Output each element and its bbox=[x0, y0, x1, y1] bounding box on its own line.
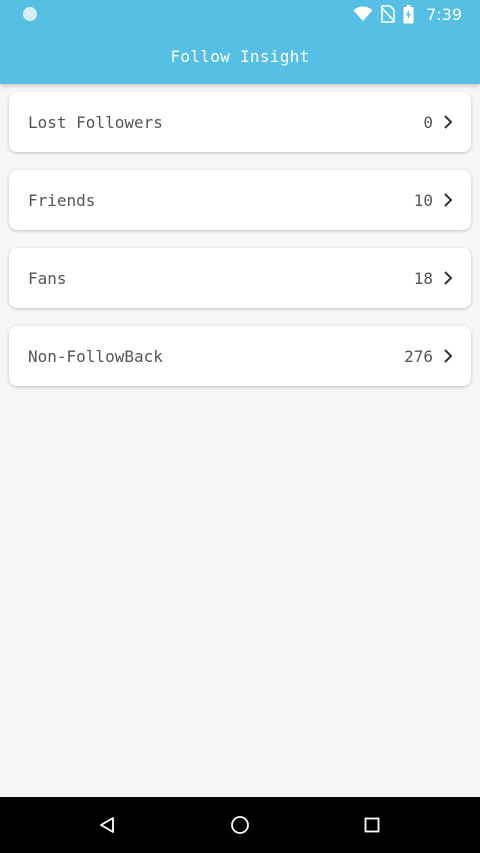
item-count: 0 bbox=[423, 113, 433, 132]
item-count: 276 bbox=[404, 347, 433, 366]
fans-item[interactable]: Fans 18 bbox=[9, 248, 471, 308]
item-label: Non-FollowBack bbox=[28, 347, 163, 366]
item-label: Friends bbox=[28, 191, 96, 210]
item-label: Lost Followers bbox=[28, 113, 163, 132]
notification-dot-icon bbox=[23, 7, 37, 21]
recents-icon[interactable] bbox=[360, 813, 384, 837]
no-sim-icon bbox=[381, 5, 396, 23]
wifi-icon bbox=[353, 6, 373, 22]
battery-charging-icon bbox=[403, 4, 414, 24]
insight-list: Lost Followers 0 Friends 10 Fans 18 Non-… bbox=[9, 92, 471, 404]
home-icon[interactable] bbox=[228, 813, 252, 837]
status-icons: 7:39 bbox=[353, 4, 462, 24]
lost-followers-item[interactable]: Lost Followers 0 bbox=[9, 92, 471, 152]
chevron-right-icon bbox=[444, 115, 453, 129]
back-icon[interactable] bbox=[95, 813, 119, 837]
screen: 7:39 Follow Insight Lost Followers 0 Fri… bbox=[0, 0, 480, 853]
status-time: 7:39 bbox=[426, 4, 462, 24]
navigation-bar bbox=[0, 797, 480, 853]
friends-item[interactable]: Friends 10 bbox=[9, 170, 471, 230]
app-title: Follow Insight bbox=[170, 46, 310, 66]
app-bar: Follow Insight bbox=[0, 28, 480, 84]
item-label: Fans bbox=[28, 269, 67, 288]
chevron-right-icon bbox=[444, 349, 453, 363]
item-count: 18 bbox=[413, 269, 433, 288]
chevron-right-icon bbox=[444, 193, 453, 207]
non-followback-item[interactable]: Non-FollowBack 276 bbox=[9, 326, 471, 386]
status-bar: 7:39 bbox=[0, 0, 480, 28]
chevron-right-icon bbox=[444, 271, 453, 285]
item-count: 10 bbox=[413, 191, 433, 210]
